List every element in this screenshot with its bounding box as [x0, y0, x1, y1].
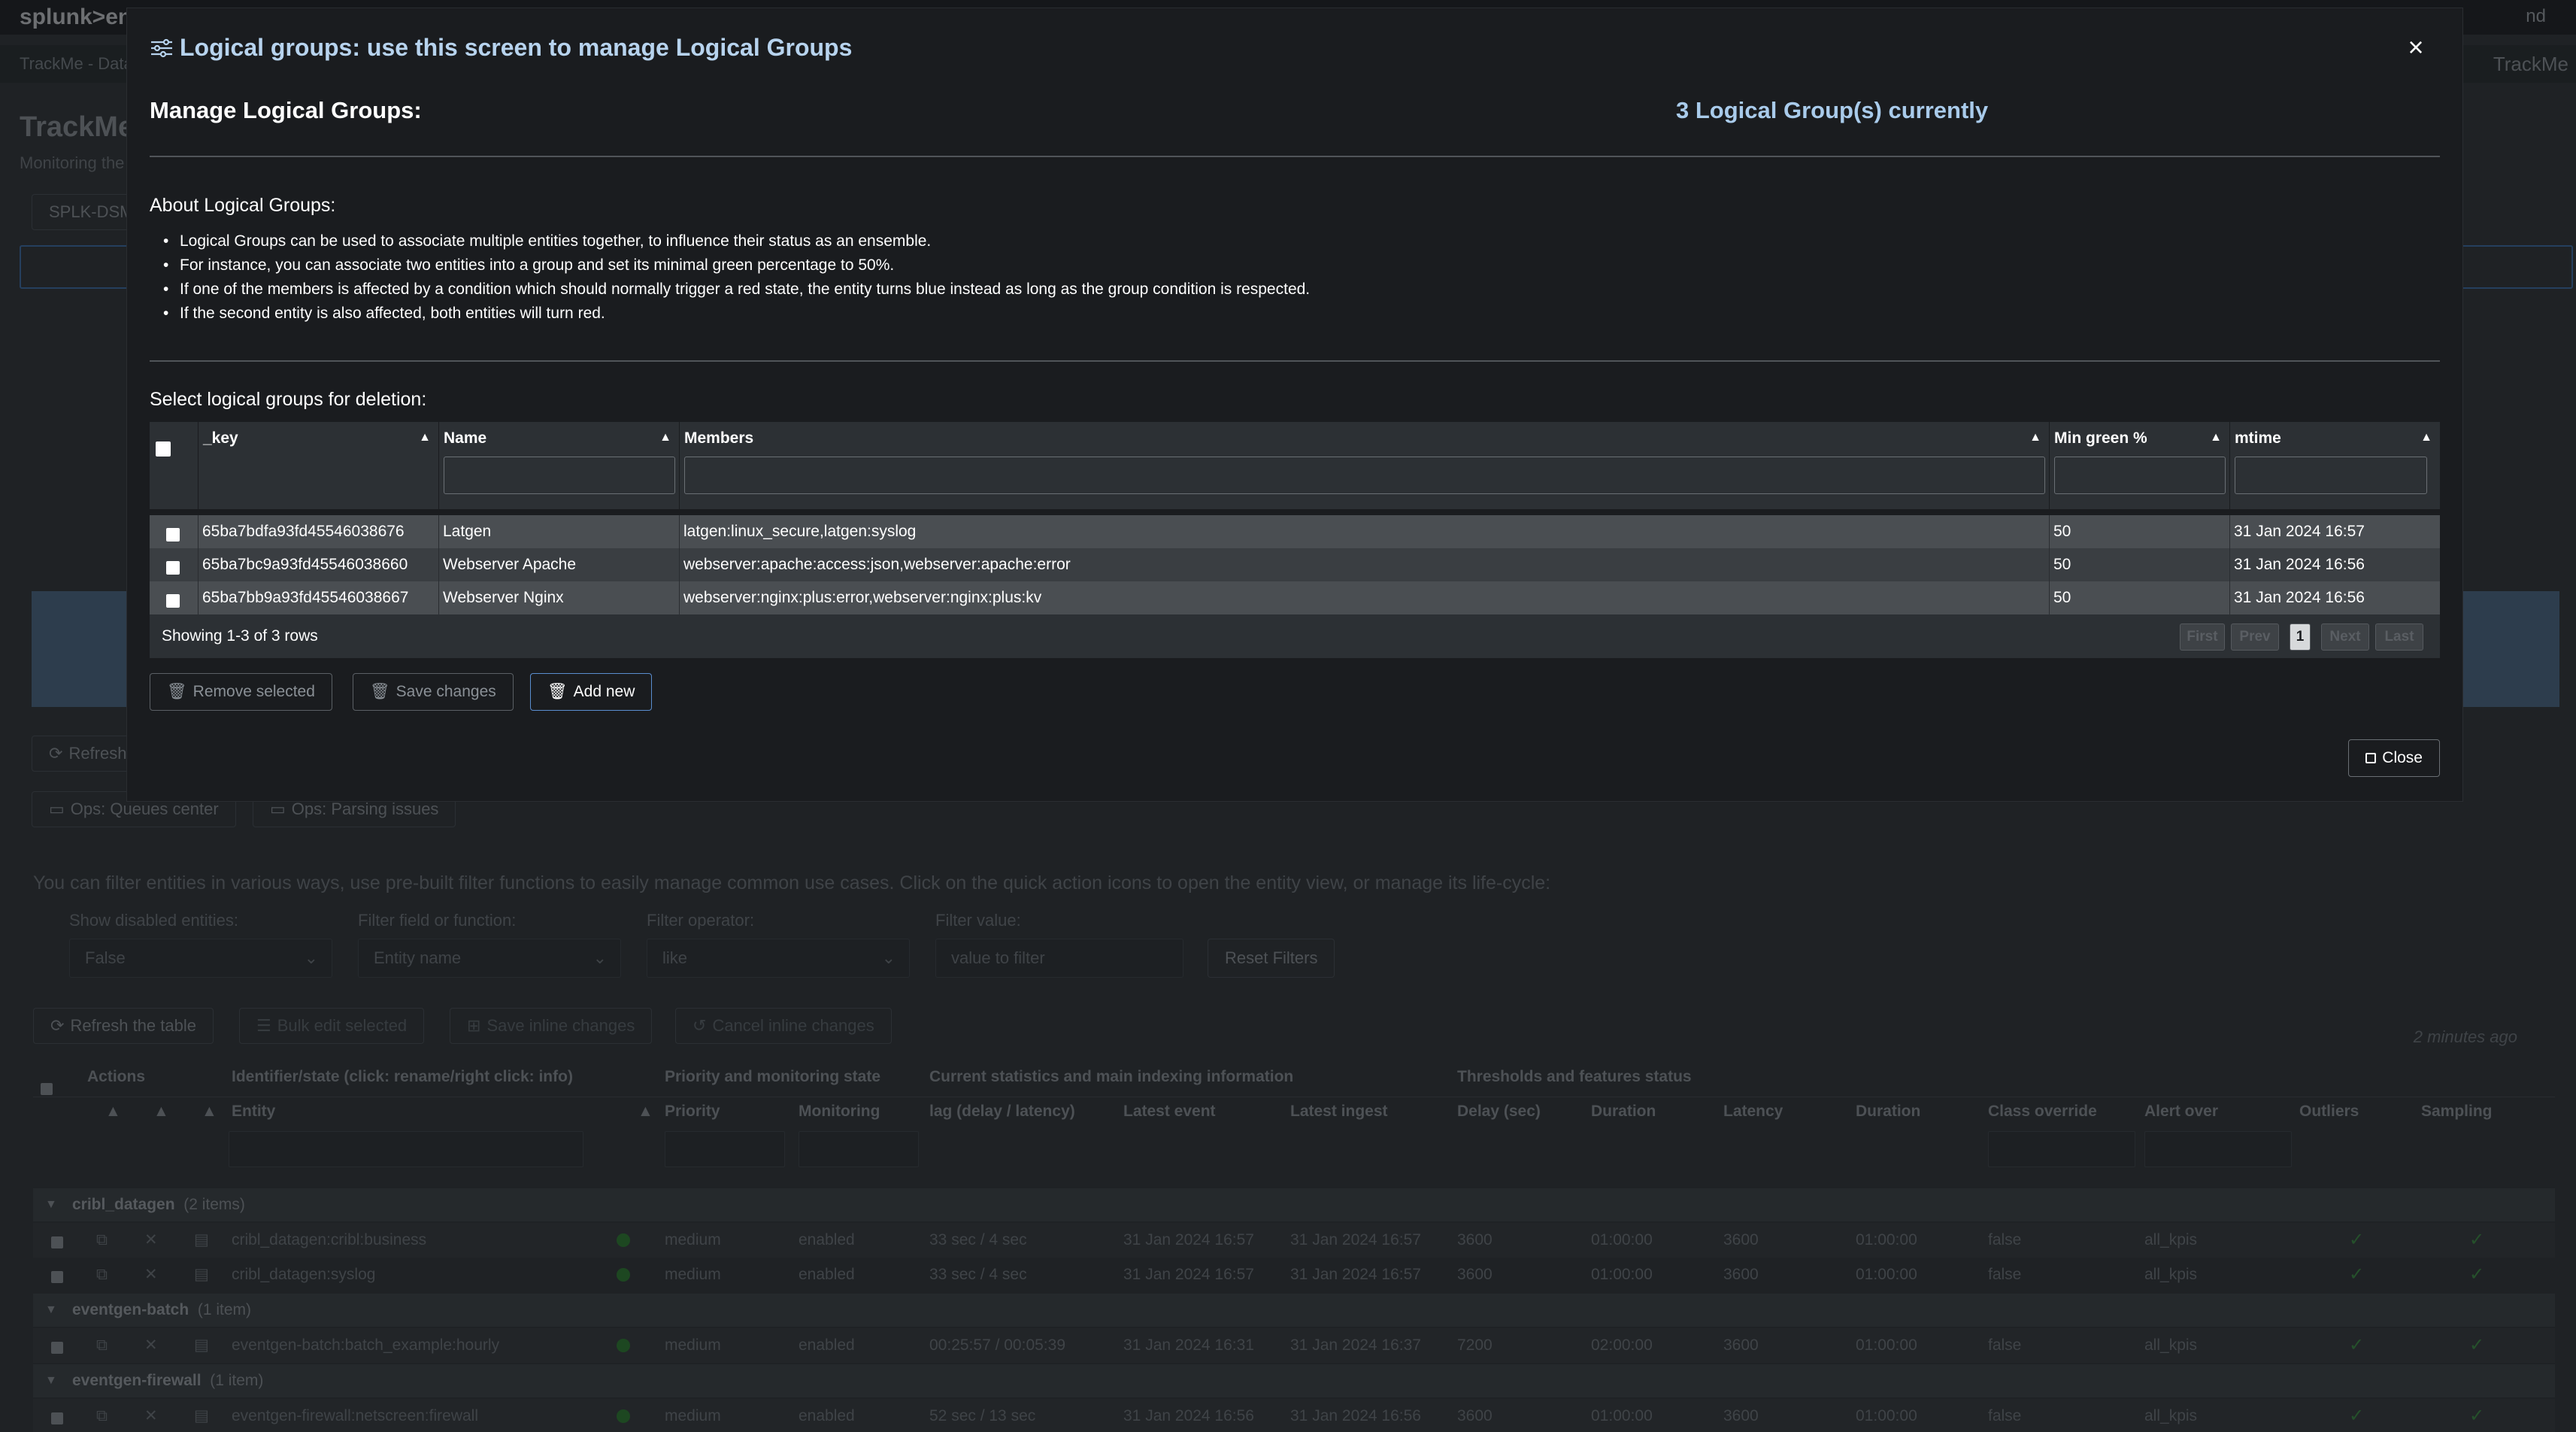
- col-min-green[interactable]: Min green % ▲: [2049, 422, 2229, 509]
- table-row[interactable]: 65ba7bc9a93fd45546038660 Webserver Apach…: [150, 548, 2440, 581]
- members-filter-input[interactable]: [684, 457, 2045, 494]
- sort-up-icon[interactable]: ▲: [2029, 431, 2041, 444]
- cell-mtime: 31 Jan 2024 16:57: [2234, 523, 2365, 540]
- cell-min-green[interactable]: 50: [2053, 581, 2071, 614]
- cell-name[interactable]: Webserver Apache: [443, 548, 576, 581]
- square-icon: [2365, 753, 2377, 763]
- table-header: _key ▲ Name ▲ Members ▲ Min green % ▲ mtime ▲: [150, 422, 2440, 509]
- logical-groups-modal: Logical groups: use this screen to manag…: [126, 8, 2463, 802]
- list-item: If the second entity is also affected, b…: [163, 302, 1310, 326]
- trash-icon: 🗑: [167, 683, 187, 700]
- name-filter-input[interactable]: [444, 457, 675, 494]
- list-item: Logical Groups can be used to associate …: [163, 229, 1310, 253]
- sort-up-icon[interactable]: ▲: [2210, 431, 2222, 444]
- row-checkbox[interactable]: [166, 561, 180, 575]
- row-checkbox[interactable]: [166, 528, 180, 542]
- col-mtime[interactable]: mtime ▲: [2229, 422, 2440, 509]
- group-count: 3 Logical Group(s) currently: [1676, 97, 1989, 123]
- table-row[interactable]: 65ba7bb9a93fd45546038667 Webserver Nginx…: [150, 581, 2440, 614]
- select-label: Select logical groups for deletion:: [150, 389, 427, 410]
- table-footer: Showing 1-3 of 3 rows First Prev 1 Next …: [150, 614, 2440, 658]
- cell-members[interactable]: webserver:apache:access:json,webserver:a…: [683, 548, 1071, 581]
- trash-icon: 🗑: [370, 683, 390, 700]
- sort-up-icon[interactable]: ▲: [2420, 431, 2432, 444]
- pager-next-button[interactable]: Next: [2321, 623, 2369, 651]
- about-list: Logical Groups can be used to associate …: [163, 229, 1310, 326]
- cell-name[interactable]: Latgen: [443, 515, 491, 548]
- cell-mtime: 31 Jan 2024 16:56: [2234, 556, 2365, 573]
- header-checkbox-col: [150, 422, 198, 509]
- close-icon[interactable]: ×: [2399, 31, 2432, 64]
- pager-last-button[interactable]: Last: [2375, 623, 2423, 651]
- cell-name[interactable]: Webserver Nginx: [443, 581, 564, 614]
- pager-first-button[interactable]: First: [2180, 623, 2225, 651]
- min-green-filter-input[interactable]: [2054, 457, 2226, 494]
- logical-groups-table: _key ▲ Name ▲ Members ▲ Min green % ▲ mtime ▲: [150, 422, 2440, 663]
- row-checkbox[interactable]: [166, 594, 180, 608]
- col-key[interactable]: _key ▲: [198, 422, 438, 509]
- cell-min-green[interactable]: 50: [2053, 548, 2071, 581]
- about-title: About Logical Groups:: [150, 195, 336, 216]
- list-item: For instance, you can associate two enti…: [163, 253, 1310, 278]
- sort-up-icon[interactable]: ▲: [659, 431, 671, 444]
- pager-page-1[interactable]: 1: [2290, 623, 2311, 651]
- cell-members[interactable]: latgen:linux_secure,latgen:syslog: [683, 515, 916, 548]
- divider: [150, 360, 2440, 362]
- sort-up-icon[interactable]: ▲: [419, 431, 431, 444]
- col-name[interactable]: Name ▲: [438, 422, 679, 509]
- save-changes-button[interactable]: 🗑 Save changes: [353, 673, 514, 711]
- cell-key: 65ba7bc9a93fd45546038660: [202, 556, 408, 573]
- add-new-button[interactable]: 🗑 Add new: [530, 673, 653, 711]
- sliders-icon: [151, 38, 172, 58]
- cell-key: 65ba7bdfa93fd45546038676: [202, 523, 405, 540]
- cell-key: 65ba7bb9a93fd45546038667: [202, 589, 409, 606]
- cell-members[interactable]: webserver:nginx:plus:error,webserver:ngi…: [683, 581, 1041, 614]
- col-members[interactable]: Members ▲: [679, 422, 2049, 509]
- cell-min-green[interactable]: 50: [2053, 515, 2071, 548]
- trash-icon: 🗑: [547, 683, 568, 700]
- row-count: Showing 1-3 of 3 rows: [162, 627, 318, 645]
- divider: [150, 156, 2440, 157]
- close-button[interactable]: Close: [2348, 739, 2440, 777]
- cell-mtime: 31 Jan 2024 16:56: [2234, 589, 2365, 606]
- list-item: If one of the members is affected by a c…: [163, 278, 1310, 302]
- select-all-checkbox[interactable]: [156, 441, 171, 457]
- mtime-filter-input[interactable]: [2235, 457, 2427, 494]
- remove-selected-button[interactable]: 🗑 Remove selected: [150, 673, 332, 711]
- pager-prev-button[interactable]: Prev: [2231, 623, 2279, 651]
- table-row[interactable]: 65ba7bdfa93fd45546038676 Latgen latgen:l…: [150, 515, 2440, 548]
- modal-heading: Manage Logical Groups:: [150, 97, 422, 123]
- modal-title: Logical groups: use this screen to manag…: [150, 34, 852, 62]
